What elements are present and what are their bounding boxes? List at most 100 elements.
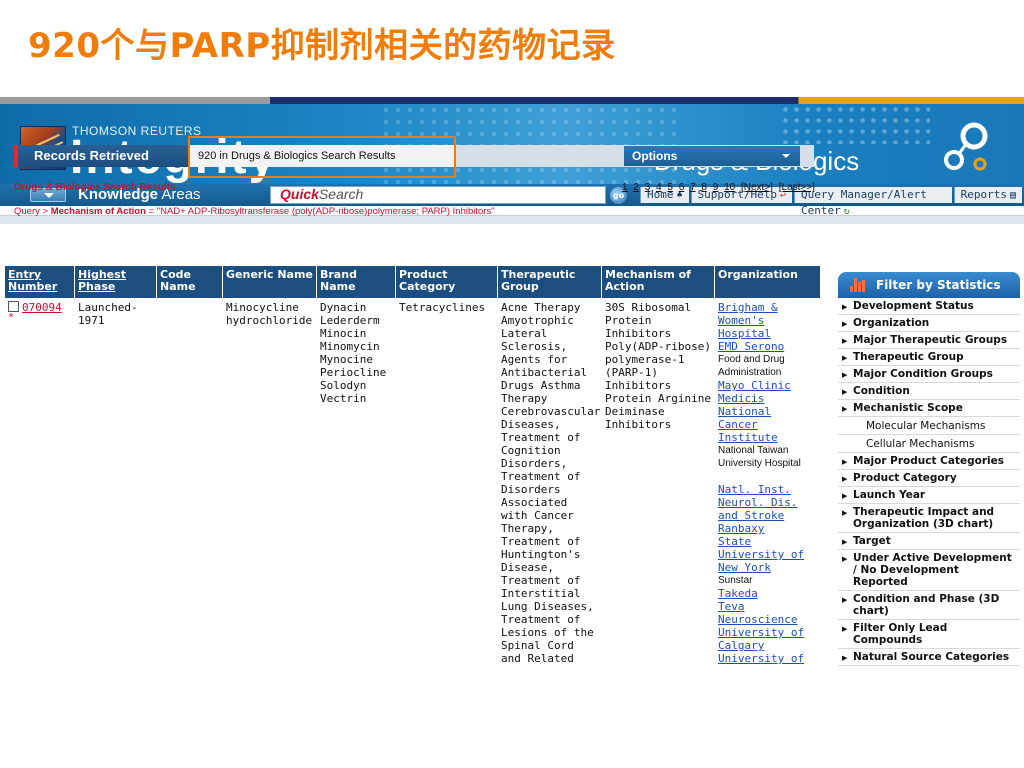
organization-link[interactable]: University of (718, 652, 815, 665)
app-banner: THOMSON REUTERS Integrity SM Drugs & Bio… (0, 104, 1024, 184)
page-link[interactable]: 9 (713, 182, 719, 193)
brand-name: Minomycin (320, 340, 380, 353)
organization-name: Food and Drug Administration (718, 354, 785, 378)
filter-panel-header: Filter by Statistics (838, 272, 1020, 298)
brand-name: Minocin (320, 327, 367, 340)
query-prefix: Query > (14, 206, 51, 217)
column-header-brand-name: Brand Name (317, 266, 396, 298)
highlight-box (188, 136, 456, 178)
nav-reports-link[interactable]: Reports ▤ (953, 187, 1022, 203)
cell-code-name (157, 298, 223, 668)
slide-title: 920个与PARP抑制剂相关的药物记录 (28, 26, 616, 66)
nav-reports-label: Reports (960, 188, 1007, 201)
quick-label: Quick (280, 186, 319, 202)
select-checkbox[interactable] (8, 301, 19, 312)
cell-brand-names: Dynacin Lederderm Minocin Minomycin Myno… (317, 298, 396, 668)
organization-link[interactable]: State University of New York (718, 535, 815, 574)
cell-product-category: Tetracyclines (396, 298, 498, 668)
organization-link[interactable]: Natl. Inst. Neurol. Dis. and Stroke (718, 483, 815, 522)
options-dropdown[interactable]: Options (624, 146, 800, 166)
organization-link[interactable]: Teva Neuroscience (718, 600, 815, 626)
page-link[interactable]: 1 (622, 182, 628, 193)
filter-item[interactable]: Major Product Categories (838, 453, 1020, 470)
brand-name: Lederderm (320, 314, 380, 327)
page-link[interactable]: 4 (656, 182, 662, 193)
organization-link[interactable]: Medicis (718, 392, 815, 405)
options-label: Options (632, 149, 678, 163)
page-link[interactable]: 6 (679, 182, 685, 193)
filter-item[interactable]: Major Condition Groups (838, 366, 1020, 383)
organization-link[interactable]: Takeda (718, 587, 815, 600)
filter-item[interactable]: Under Active Development / No Developmen… (838, 550, 1020, 591)
brand-name: Mynocine (320, 353, 373, 366)
top-strip-gray (0, 97, 270, 104)
pager: 1 2 3 4 5 6 7 8 9 10 [Next>] [Last>>] (622, 182, 818, 193)
filter-item[interactable]: Development Status (838, 298, 1020, 315)
filter-by-statistics-panel: Filter by Statistics Development Status … (838, 272, 1020, 666)
filter-subitem[interactable]: Molecular Mechanisms (838, 417, 1020, 435)
organization-link[interactable]: National Cancer Institute (718, 405, 815, 444)
results-table: Entry Number Highest Phase Code Name Gen… (5, 266, 820, 668)
page-link[interactable]: 3 (645, 182, 651, 193)
column-header-mechanism: Mechanism of Action (602, 266, 715, 298)
filter-item[interactable]: Therapeutic Impact and Organization (3D … (838, 504, 1020, 533)
filter-item[interactable]: Major Therapeutic Groups (838, 332, 1020, 349)
organization-name: Sunstar (718, 575, 753, 586)
records-retrieved-label: Records Retrieved (14, 145, 188, 167)
organization-link[interactable]: Mayo Clinic (718, 379, 815, 392)
filter-item[interactable]: Product Category (838, 470, 1020, 487)
filter-list: Development Status Organization Major Th… (838, 298, 1020, 666)
page-link[interactable]: 2 (633, 182, 639, 193)
cell-mechanism: 30S Ribosomal Protein Inhibitors Poly(AD… (602, 298, 715, 668)
filter-item[interactable]: Condition and Phase (3D chart) (838, 591, 1020, 620)
organization-link[interactable]: Brigham & Women's Hospital (718, 301, 815, 340)
organization-name: National Taiwan University Hospital (718, 445, 801, 469)
filter-item[interactable]: Organization (838, 315, 1020, 332)
column-header-highest-phase[interactable]: Highest Phase (75, 266, 157, 298)
bar-chart-icon (850, 278, 866, 292)
search-label: Search (318, 186, 364, 202)
entry-number-link[interactable]: 070094 (22, 301, 62, 314)
refresh-icon: ↻ (843, 206, 850, 217)
column-header-generic-name: Generic Name (223, 266, 317, 298)
filter-item[interactable]: Target (838, 533, 1020, 550)
brand-name: Dynacin (320, 301, 367, 314)
column-header-product-category: Product Category (396, 266, 498, 298)
page-link[interactable]: 7 (690, 182, 696, 193)
page-link[interactable]: 10 (724, 182, 735, 193)
results-caption: Drugs & Biologics Search Results (14, 182, 176, 193)
cell-organizations: Brigham & Women's Hospital EMD Serono Fo… (715, 298, 818, 668)
column-header-organization: Organization (718, 268, 798, 281)
cell-generic-name: Minocycline hydrochloride (223, 298, 317, 668)
column-header-code-name: Code Name (157, 266, 223, 298)
brand-name: Vectrin (320, 392, 367, 405)
organization-link[interactable]: Ranbaxy (718, 522, 815, 535)
query-value: = "NAD+ ADP-Ribosyltransferase (poly(ADP… (145, 206, 495, 217)
last-page-link[interactable]: [Last>>] (779, 182, 815, 193)
records-retrieved-bar: Records Retrieved 920 in Drugs & Biologi… (14, 136, 1012, 178)
filter-item[interactable]: Condition (838, 383, 1020, 400)
organization-link[interactable]: EMD Serono (718, 340, 815, 353)
organization-link[interactable]: University of Calgary (718, 626, 815, 652)
filter-item[interactable]: Therapeutic Group (838, 349, 1020, 366)
page-link[interactable]: 8 (701, 182, 707, 193)
column-header-therapeutic-group: Therapeutic Group (498, 266, 602, 298)
filter-item[interactable]: Natural Source Categories (838, 649, 1020, 666)
filter-item[interactable]: Mechanistic Scope (838, 400, 1020, 417)
filter-subitem[interactable]: Cellular Mechanisms (838, 435, 1020, 453)
brand-name: Solodyn (320, 379, 367, 392)
cell-therapeutic-group: Acne Therapy Amyotrophic Lateral Scleros… (498, 298, 602, 668)
filter-item[interactable]: Launch Year (838, 487, 1020, 504)
next-page-link[interactable]: [Next>] (741, 182, 773, 193)
quick-search-input[interactable] (388, 187, 604, 203)
cell-phase: Launched-1971 (75, 298, 157, 668)
filter-panel-title: Filter by Statistics (876, 278, 1001, 292)
filter-item[interactable]: Filter Only Lead Compounds (838, 620, 1020, 649)
column-header-entry-number[interactable]: Entry Number (5, 266, 75, 298)
page-link[interactable]: 5 (667, 182, 673, 193)
reports-icon: ▤ (1009, 190, 1016, 201)
query-field: Mechanism of Action (50, 206, 146, 217)
cell-entry: 070094 * (5, 298, 75, 668)
query-description: Query > Mechanism of Action = "NAD+ ADP-… (14, 206, 534, 218)
chevron-down-icon (782, 154, 790, 158)
